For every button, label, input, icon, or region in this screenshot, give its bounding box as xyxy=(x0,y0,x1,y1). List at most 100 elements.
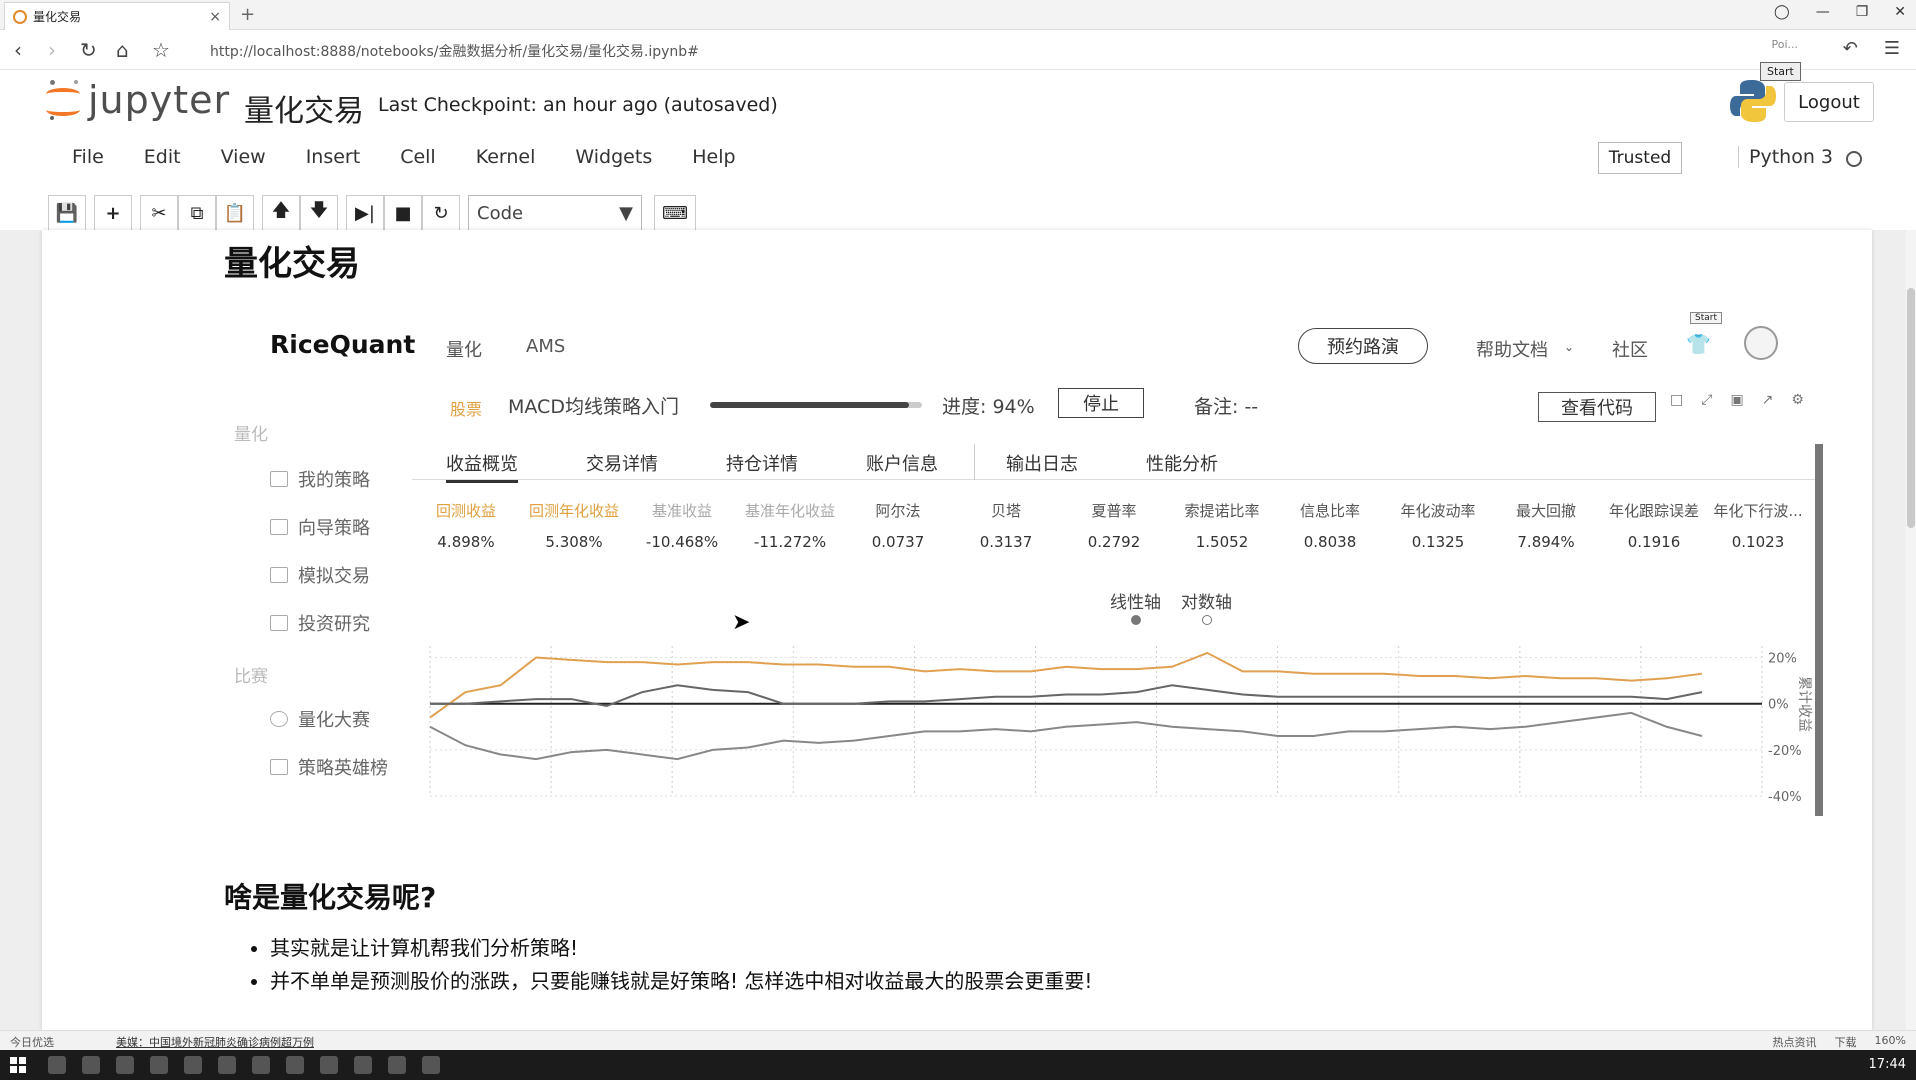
linear-axis-option[interactable]: 线性轴 xyxy=(1110,588,1161,625)
rq-nav-ams[interactable]: AMS xyxy=(526,336,565,357)
expand-icon[interactable]: ⤢ xyxy=(1701,392,1712,408)
shirt-icon[interactable]: 👕 xyxy=(1686,332,1711,356)
close-window-icon[interactable]: ✕ xyxy=(1894,4,1906,20)
move-up-button[interactable]: 🡅 xyxy=(262,195,300,231)
gear-icon[interactable]: ⚙ xyxy=(1791,392,1804,408)
app-icon[interactable] xyxy=(422,1056,440,1074)
log-axis-option[interactable]: 对数轴 xyxy=(1181,588,1232,625)
wizard-icon xyxy=(270,519,288,535)
tab-return-overview[interactable]: 收益概览 xyxy=(446,450,518,483)
app-icon[interactable] xyxy=(286,1056,304,1074)
run-button[interactable]: ▶| xyxy=(346,195,384,231)
rq-community[interactable]: 社区 xyxy=(1612,336,1648,362)
status-news-link[interactable]: 美媒：中国境外新冠肺炎确诊病例超万例 xyxy=(116,1034,314,1050)
undo-icon[interactable]: ↶ xyxy=(1843,38,1858,59)
rq-side-leaderboard[interactable]: 策略英雄榜 xyxy=(270,754,388,780)
metric-value: 0.1916 xyxy=(1627,533,1681,551)
save-icon[interactable]: ▣ xyxy=(1730,392,1743,408)
chart-ytick-label: 20% xyxy=(1768,652,1797,667)
menu-kernel[interactable]: Kernel xyxy=(456,146,556,168)
app-icon[interactable] xyxy=(82,1056,100,1074)
jupyter-logo[interactable]: jupyter xyxy=(46,78,230,122)
window-icon[interactable]: □ xyxy=(1670,392,1683,408)
page-scrollbar[interactable] xyxy=(1906,230,1916,1030)
share-icon[interactable]: ↗ xyxy=(1762,392,1774,408)
status-hot-news[interactable]: 热点资讯 xyxy=(1773,1034,1817,1050)
interrupt-button[interactable]: ■ xyxy=(384,195,422,231)
cut-button[interactable]: ✂ xyxy=(140,195,178,231)
menu-widgets[interactable]: Widgets xyxy=(555,146,672,168)
rq-side-research[interactable]: 投资研究 xyxy=(270,610,370,636)
rq-side-paper-trading[interactable]: 模拟交易 xyxy=(270,562,370,588)
menu-icon[interactable]: ☰ xyxy=(1884,38,1900,59)
home-icon[interactable]: ⌂ xyxy=(116,38,129,62)
restore-icon[interactable]: ❐ xyxy=(1856,4,1869,20)
metric-label: 信息比率 xyxy=(1299,502,1360,520)
command-palette-button[interactable]: ⌨ xyxy=(654,195,696,231)
ricequant-logo[interactable]: RiceQuant xyxy=(270,330,415,359)
view-code-button[interactable]: 查看代码 xyxy=(1538,392,1656,422)
logout-button[interactable]: Logout xyxy=(1784,82,1874,122)
reload-icon[interactable]: ↻ xyxy=(80,38,97,62)
app-icon[interactable] xyxy=(320,1056,338,1074)
rq-nav-quant[interactable]: 量化 xyxy=(446,336,482,362)
windows-start-icon[interactable] xyxy=(10,1057,26,1073)
move-down-button[interactable]: 🡇 xyxy=(300,195,338,231)
browser-tab[interactable]: 量化交易 × xyxy=(4,2,230,30)
restart-button[interactable]: ↻ xyxy=(422,195,460,231)
save-button[interactable]: 💾 xyxy=(48,195,86,231)
tab-performance[interactable]: 性能分析 xyxy=(1146,450,1218,476)
app-icon[interactable] xyxy=(218,1056,236,1074)
menu-edit[interactable]: Edit xyxy=(124,146,201,168)
radio-selected-icon xyxy=(1130,615,1141,625)
app-icon[interactable] xyxy=(116,1056,134,1074)
app-icon[interactable] xyxy=(150,1056,168,1074)
stop-button[interactable]: 停止 xyxy=(1058,388,1144,418)
address-bar-actions: ↶ ☰ xyxy=(1843,38,1900,59)
app-icon[interactable] xyxy=(354,1056,372,1074)
rq-scrollbar[interactable] xyxy=(1815,444,1823,816)
jupyter-header: jupyter 量化交易 Last Checkpoint: an hour ag… xyxy=(0,62,1916,231)
rq-side-contest[interactable]: 量化大赛 xyxy=(270,706,370,732)
shirt-icon[interactable]: ◯ xyxy=(1774,4,1790,20)
backtest-progress-fill xyxy=(710,402,910,408)
star-icon[interactable]: ☆ xyxy=(152,38,170,62)
menu-insert[interactable]: Insert xyxy=(286,146,381,168)
tab-output-log[interactable]: 输出日志 xyxy=(1006,450,1078,476)
tab-account-info[interactable]: 账户信息 xyxy=(866,450,938,476)
url-input[interactable]: http://localhost:8888/notebooks/金融数据分析/量… xyxy=(210,41,699,61)
close-tab-icon[interactable]: × xyxy=(209,9,221,25)
new-tab-icon[interactable]: + xyxy=(240,4,255,25)
app-icon[interactable] xyxy=(184,1056,202,1074)
menu-help[interactable]: Help xyxy=(672,146,755,168)
page-scrollbar-thumb[interactable] xyxy=(1907,288,1915,528)
paste-button[interactable]: 📋 xyxy=(216,195,254,231)
trusted-badge[interactable]: Trusted xyxy=(1598,142,1682,174)
menu-file[interactable]: File xyxy=(52,146,124,168)
rq-demo-button[interactable]: 预约路演 xyxy=(1298,328,1428,364)
menu-cell[interactable]: Cell xyxy=(380,146,456,168)
notebook-name[interactable]: 量化交易 xyxy=(244,86,364,130)
avatar[interactable] xyxy=(1744,326,1778,360)
status-today-picks[interactable]: 今日优选 xyxy=(10,1034,54,1050)
metric-volatility: 年化波动率 0.1325 xyxy=(1384,500,1492,551)
app-icon[interactable] xyxy=(48,1056,66,1074)
tab-position-details[interactable]: 持仓详情 xyxy=(726,450,798,476)
status-zoom[interactable]: 160% xyxy=(1875,1034,1906,1050)
minimize-icon[interactable]: — xyxy=(1816,4,1830,20)
rq-help-docs[interactable]: 帮助文档 xyxy=(1476,336,1548,362)
menu-view[interactable]: View xyxy=(201,146,286,168)
back-icon[interactable]: ‹ xyxy=(14,38,22,62)
forward-icon[interactable]: › xyxy=(48,38,56,62)
tab-trade-details[interactable]: 交易详情 xyxy=(586,450,658,476)
metric-label: 索提诺比率 xyxy=(1184,502,1260,520)
rq-side-my-strategies[interactable]: 我的策略 xyxy=(270,466,370,492)
status-download[interactable]: 下载 xyxy=(1835,1034,1857,1050)
browser-tabbar: 量化交易 × + ◯ — ❐ ✕ xyxy=(0,0,1916,30)
app-icon[interactable] xyxy=(388,1056,406,1074)
copy-button[interactable]: ⧉ xyxy=(178,195,216,231)
app-icon[interactable] xyxy=(252,1056,270,1074)
cell-type-select[interactable]: Code ▼ xyxy=(468,195,642,231)
rq-side-guided-strategies[interactable]: 向导策略 xyxy=(270,514,370,540)
insert-cell-button[interactable]: + xyxy=(94,195,132,231)
